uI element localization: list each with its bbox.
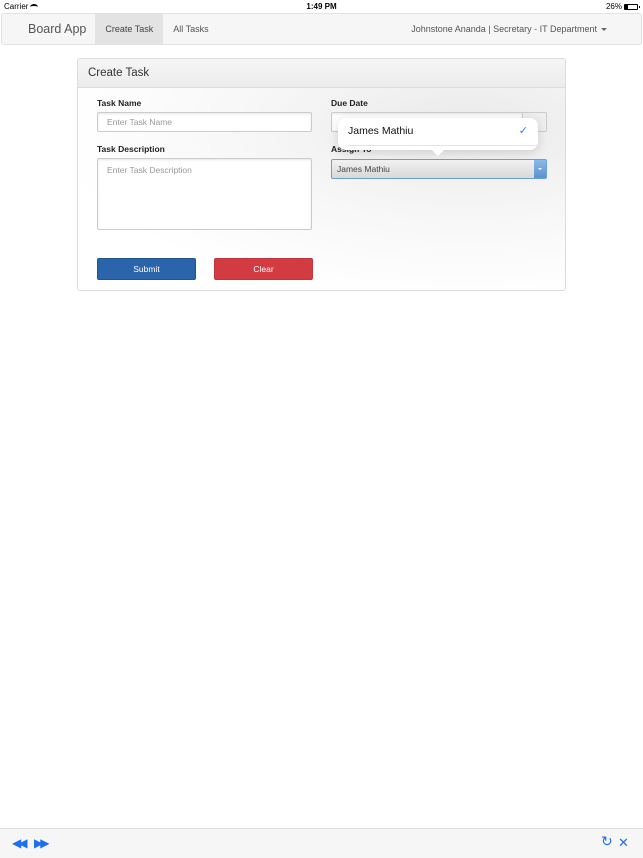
panel-title: Create Task: [78, 59, 565, 88]
reload-icon[interactable]: ↻: [601, 834, 613, 848]
navbar: Board App Create Task All Tasks Johnston…: [1, 13, 642, 45]
brand-logo[interactable]: Board App: [2, 14, 95, 44]
clear-button[interactable]: Clear: [214, 258, 313, 280]
caret-down-icon: [601, 27, 607, 31]
user-menu-label: Johnstone Ananda | Secretary - IT Depart…: [411, 24, 597, 34]
due-date-label: Due Date: [331, 98, 368, 108]
battery-percent: 26%: [605, 2, 622, 11]
clock: 1:49 PM: [306, 2, 337, 11]
task-description-textarea[interactable]: Enter Task Description: [97, 158, 312, 230]
select-arrow-button[interactable]: [534, 160, 546, 178]
back-icon[interactable]: ◀◀: [12, 836, 28, 850]
close-icon[interactable]: ✕: [618, 836, 629, 850]
status-bar: Carrier 1:49 PM 26%: [0, 0, 643, 13]
bottom-toolbar: ◀◀ ▶▶ ↻ ✕: [0, 828, 643, 858]
option-divider: [348, 145, 538, 146]
task-name-label: Task Name: [97, 98, 142, 108]
assign-to-select[interactable]: James Mathiu: [331, 159, 547, 179]
battery-indicator: 26%: [605, 2, 640, 11]
forward-icon[interactable]: ▶▶: [34, 836, 50, 850]
chevron-down-icon: [538, 168, 542, 170]
create-task-panel: Create Task Task Name Enter Task Name Ta…: [77, 58, 566, 291]
battery-icon: [624, 3, 640, 10]
nav-tab-create-task[interactable]: Create Task: [95, 14, 164, 44]
nav-tab-all-tasks[interactable]: All Tasks: [163, 14, 218, 44]
checkmark-icon: ✓: [518, 125, 528, 137]
submit-button[interactable]: Submit: [97, 258, 196, 280]
task-description-label: Task Description: [97, 144, 165, 154]
picker-option-james-mathiu[interactable]: James Mathiu: [348, 125, 413, 137]
assign-to-value: James Mathiu: [337, 164, 390, 174]
user-menu-dropdown[interactable]: Johnstone Ananda | Secretary - IT Depart…: [411, 14, 607, 44]
task-name-input[interactable]: Enter Task Name: [97, 112, 312, 132]
assign-to-picker-popover: James Mathiu ✓: [338, 118, 538, 156]
